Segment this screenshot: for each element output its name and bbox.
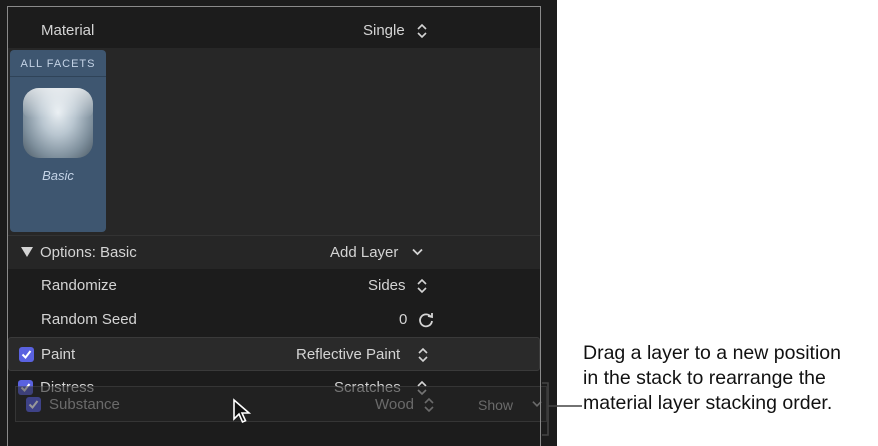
callout-line-2: in the stack to rearrange the (583, 367, 826, 389)
callout-line-1: Drag a layer to a new position (583, 342, 841, 364)
callout-bracket (542, 382, 582, 436)
callout-text: Drag a layer to a new position in the st… (583, 341, 878, 416)
callout-line-3: material layer stacking order. (583, 392, 833, 414)
inspector-panel: Material Single ALL FACETS Basic Options… (0, 0, 557, 446)
panel-outline (7, 6, 541, 446)
